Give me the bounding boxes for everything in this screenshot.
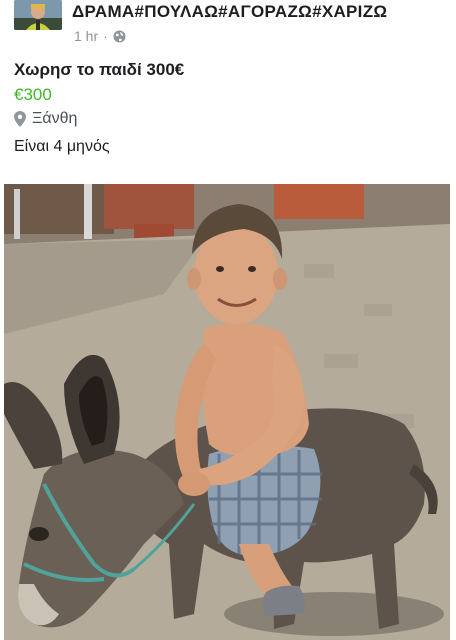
location-label: Ξάνθη <box>32 110 78 127</box>
group-name-link[interactable]: ΔΡΑΜΑ#ΠΟΥΛΑΩ#ΑΓΟΡΑΖΩ#ΧΑΡΙΖΩ <box>72 2 387 22</box>
listing-location[interactable]: Ξάνθη <box>14 110 77 128</box>
marketplace-post: ΔΡΑΜΑ#ΠΟΥΛΑΩ#ΑΓΟΡΑΖΩ#ΧΑΡΙΖΩ 1 hr · Χωρησ… <box>0 0 456 640</box>
listing-photo[interactable] <box>4 184 450 640</box>
listing-title: Χωρησ το παιδί 300€ <box>14 60 185 79</box>
globe-icon <box>113 30 126 43</box>
post-meta: 1 hr · <box>74 28 126 44</box>
map-pin-icon <box>14 111 26 127</box>
listing-price: €300 <box>14 85 52 104</box>
person-avatar-icon <box>14 0 62 30</box>
meta-separator: · <box>103 28 108 44</box>
listing-description: Είναι 4 μηνός <box>14 138 110 155</box>
post-header: ΔΡΑΜΑ#ΠΟΥΛΑΩ#ΑΓΟΡΑΖΩ#ΧΑΡΙΖΩ 1 hr · <box>12 0 452 48</box>
child-on-donkey-photo <box>4 184 450 640</box>
avatar[interactable] <box>14 0 62 30</box>
post-time[interactable]: 1 hr <box>74 28 98 44</box>
